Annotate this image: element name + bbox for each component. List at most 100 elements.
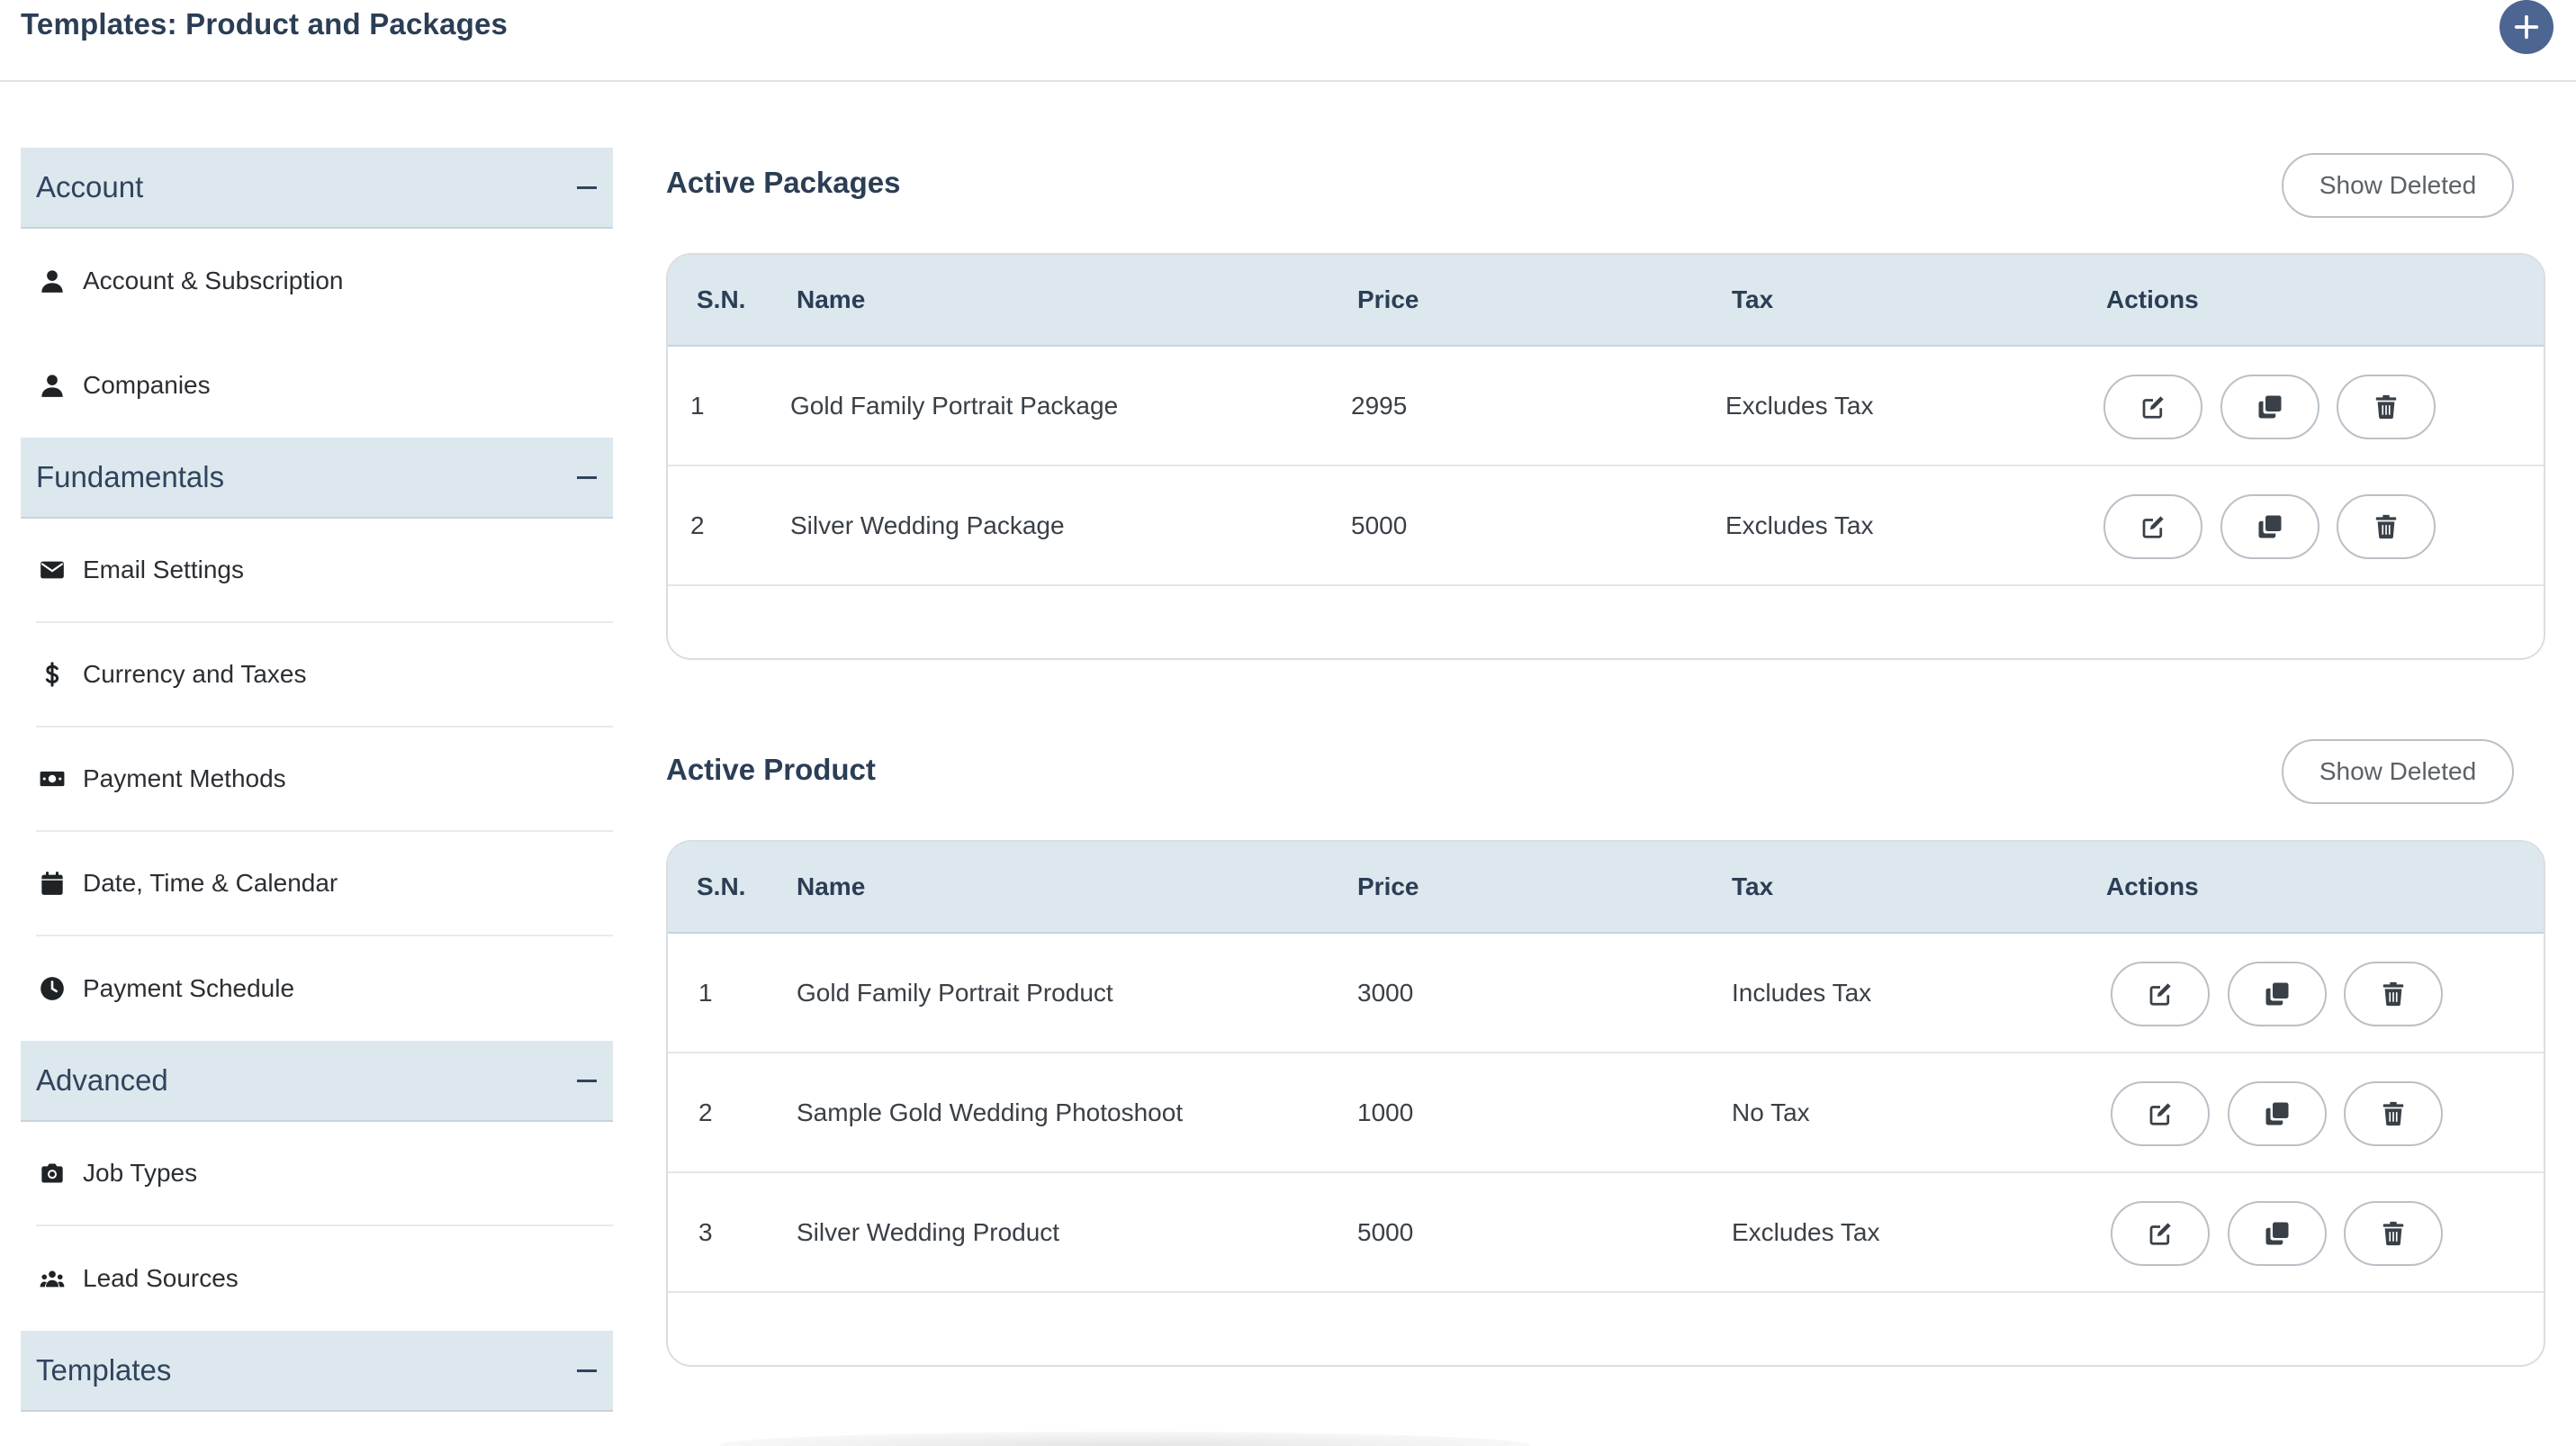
sidebar-section-templates[interactable]: Templates	[21, 1331, 613, 1412]
edit-button[interactable]	[2103, 494, 2202, 559]
column-header: Tax	[1732, 872, 1774, 900]
sidebar-item-label: Job Types	[83, 1159, 198, 1187]
page-title: Templates: Product and Packages	[21, 7, 509, 41]
cell-tax: No Tax	[1732, 1098, 1810, 1126]
edit-button[interactable]	[2111, 1081, 2210, 1146]
cell-sn: 2	[698, 1098, 713, 1126]
cell-sn: 1	[698, 978, 713, 1007]
trash-icon	[2382, 981, 2404, 1007]
column-header: S.N.	[697, 285, 746, 313]
table-row: 2 Sample Gold Wedding Photoshoot 1000 No…	[668, 1053, 2544, 1173]
cell-sn: 2	[690, 511, 705, 539]
products-table: S.N. Name Price Tax Actions 1 Gold Famil…	[666, 840, 2545, 1367]
sidebar-item-payment-schedule[interactable]: Payment Schedule	[36, 936, 613, 1041]
calendar-icon	[38, 869, 67, 898]
sidebar-section-account[interactable]: Account	[21, 148, 613, 229]
dollar-icon	[38, 660, 67, 689]
copy-button[interactable]	[2228, 1081, 2327, 1146]
camera-icon	[38, 1159, 67, 1188]
copy-icon	[2258, 395, 2282, 419]
edit-button[interactable]	[2111, 962, 2210, 1026]
copy-icon	[2265, 1222, 2289, 1245]
bottom-shadow	[720, 1432, 1530, 1446]
table-row: 1 Gold Family Portrait Package 2995 Excl…	[668, 347, 2544, 466]
cell-sn: 1	[690, 391, 705, 420]
table-footer	[668, 586, 2544, 658]
top-bar: Templates: Product and Packages	[0, 0, 2576, 82]
sidebar-item-job-types[interactable]: Job Types	[36, 1122, 613, 1226]
products-show-deleted-button[interactable]: Show Deleted	[2282, 739, 2514, 804]
table-header: S.N. Name Price Tax Actions	[668, 255, 2544, 347]
edit-icon	[2149, 1223, 2171, 1245]
sidebar-section-label: Advanced	[36, 1063, 168, 1097]
table-row: 2 Silver Wedding Package 5000 Excludes T…	[668, 466, 2544, 586]
packages-show-deleted-button[interactable]: Show Deleted	[2282, 153, 2514, 218]
cell-price: 1000	[1357, 1098, 1414, 1126]
cell-name: Silver Wedding Package	[790, 511, 1065, 539]
sidebar-section-advanced[interactable]: Advanced	[21, 1041, 613, 1122]
money-bill-icon	[38, 764, 67, 793]
sidebar-section-label: Templates	[36, 1353, 172, 1387]
packages-section-title: Active Packages	[666, 166, 901, 199]
cell-price: 3000	[1357, 978, 1414, 1007]
cell-tax: Excludes Tax	[1732, 1217, 1880, 1246]
edit-icon	[2142, 396, 2164, 419]
sidebar-item-account-subscription[interactable]: Account & Subscription	[36, 229, 613, 333]
sidebar-item-companies[interactable]: Companies	[36, 333, 613, 438]
sidebar-section-label: Account	[36, 170, 144, 203]
copy-icon	[2265, 1102, 2289, 1125]
copy-button[interactable]	[2228, 1201, 2327, 1266]
copy-button[interactable]	[2228, 962, 2327, 1026]
copy-icon	[2258, 515, 2282, 538]
trash-icon	[2382, 1221, 2404, 1246]
sidebar-item-date-time-calendar[interactable]: Date, Time & Calendar	[36, 832, 613, 936]
cell-name: Sample Gold Wedding Photoshoot	[797, 1098, 1184, 1126]
delete-button[interactable]	[2337, 494, 2436, 559]
column-header: Tax	[1732, 285, 1774, 313]
sidebar-item-payment-methods[interactable]: Payment Methods	[36, 728, 613, 832]
copy-icon	[2265, 982, 2289, 1006]
sidebar-item-label: Payment Methods	[83, 764, 286, 792]
collapse-icon	[577, 1369, 597, 1372]
sidebar-item-label: Date, Time & Calendar	[83, 869, 338, 897]
collapse-icon	[577, 475, 597, 479]
settings-sidebar: Account Account & Subscription Companies…	[21, 148, 613, 1412]
cell-tax: Excludes Tax	[1725, 391, 1874, 420]
trash-icon	[2375, 514, 2397, 539]
cell-sn: 3	[698, 1217, 713, 1246]
sidebar-item-label: Email Settings	[83, 556, 244, 583]
sidebar-item-currency-taxes[interactable]: Currency and Taxes	[36, 623, 613, 728]
delete-button[interactable]	[2337, 375, 2436, 439]
column-header: Name	[797, 872, 866, 900]
cell-name: Gold Family Portrait Product	[797, 978, 1113, 1007]
collapse-icon	[577, 185, 597, 189]
add-template-button[interactable]	[2499, 0, 2553, 54]
copy-button[interactable]	[2220, 494, 2319, 559]
sidebar-item-lead-sources[interactable]: Lead Sources	[36, 1226, 613, 1331]
edit-icon	[2149, 1103, 2171, 1125]
edit-button[interactable]	[2103, 375, 2202, 439]
cell-price: 2995	[1351, 391, 1408, 420]
column-header: Actions	[2106, 872, 2199, 900]
trash-icon	[2382, 1101, 2404, 1126]
users-icon	[38, 1264, 67, 1293]
cell-price: 5000	[1351, 511, 1408, 539]
delete-button[interactable]	[2344, 1081, 2443, 1146]
delete-button[interactable]	[2344, 962, 2443, 1026]
column-header: Price	[1357, 872, 1419, 900]
user-icon	[38, 371, 67, 400]
table-row: 1 Gold Family Portrait Product 3000 Incl…	[668, 934, 2544, 1053]
edit-button[interactable]	[2111, 1201, 2210, 1266]
copy-button[interactable]	[2220, 375, 2319, 439]
edit-icon	[2149, 983, 2171, 1006]
delete-button[interactable]	[2344, 1201, 2443, 1266]
edit-icon	[2142, 516, 2164, 538]
plus-icon	[2514, 14, 2539, 40]
sidebar-section-fundamentals[interactable]: Fundamentals	[21, 438, 613, 519]
table-row: 3 Silver Wedding Product 5000 Excludes T…	[668, 1173, 2544, 1293]
sidebar-item-email-settings[interactable]: Email Settings	[36, 519, 613, 623]
cell-price: 5000	[1357, 1217, 1414, 1246]
column-header: Price	[1357, 285, 1419, 313]
envelope-icon	[38, 556, 67, 584]
column-header: S.N.	[697, 872, 746, 900]
